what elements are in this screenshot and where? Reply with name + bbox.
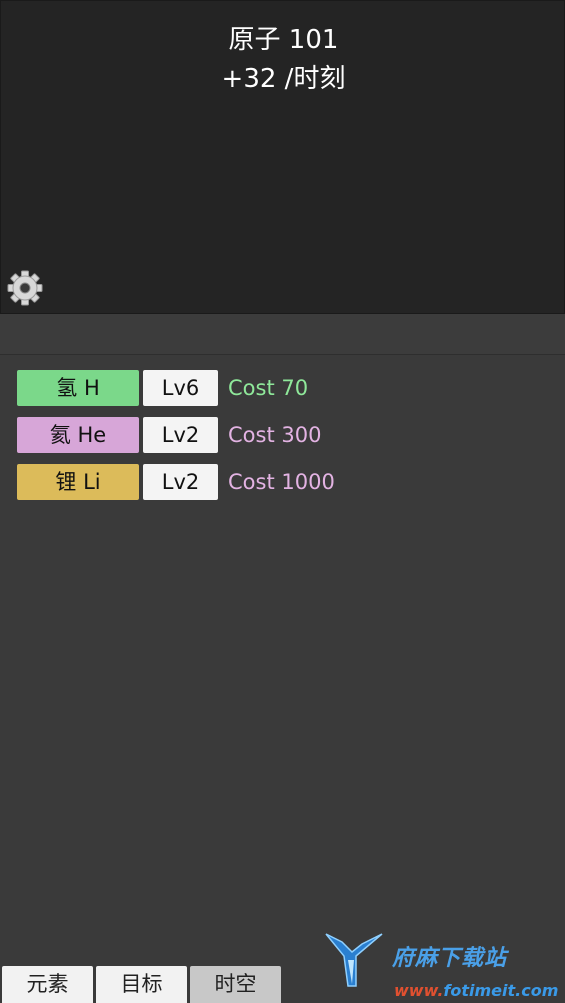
watermark-url-domain: fotimeit.com [443,981,559,1000]
level-button-helium[interactable]: Lv2 [143,417,218,453]
element-list: 氢 H Lv6 Cost 70 氦 He Lv2 Cost 300 锂 Li L… [0,355,565,963]
level-button-hydrogen[interactable]: Lv6 [143,370,218,406]
watermark-brand: 府麻下载站 [392,946,508,971]
production-rate-label: +32 /时刻 [221,64,346,94]
cost-label-lithium: Cost 1000 [228,470,335,494]
cost-label-helium: Cost 300 [228,423,322,447]
resource-display-panel: 原子 101 +32 /时刻 [0,0,565,314]
watermark-url-prefix: www. [394,981,444,1000]
gear-icon [7,270,43,306]
level-button-lithium[interactable]: Lv2 [143,464,218,500]
atom-count-label: 原子 101 [228,25,339,55]
game-screen: 原子 101 +32 /时刻 氢 H Lv6 Cost 70 氦 He Lv2 … [0,0,565,1003]
cost-label-hydrogen: Cost 70 [228,376,309,400]
settings-button[interactable] [6,269,44,307]
tab-spacetime[interactable]: 时空 [190,966,281,1003]
tab-elements[interactable]: 元素 [2,966,93,1003]
element-button-lithium[interactable]: 锂 Li [17,464,139,500]
watermark-url: www.fotimeit.com [394,981,558,1000]
tab-goals[interactable]: 目标 [96,966,187,1003]
separator-strip [0,314,565,355]
element-button-helium[interactable]: 氦 He [17,417,139,453]
element-button-hydrogen[interactable]: 氢 H [17,370,139,406]
watermark-logo-icon [325,933,383,987]
watermark: 府麻下载站 www.fotimeit.com [322,928,562,1003]
